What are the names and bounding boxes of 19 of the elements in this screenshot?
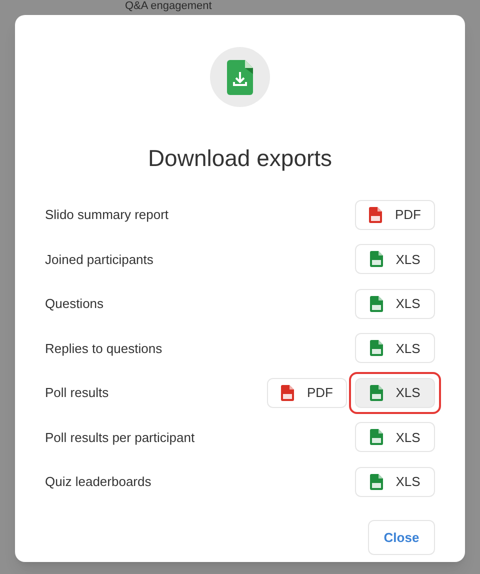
export-button[interactable]: XLS xyxy=(355,288,435,319)
export-button[interactable]: XLS xyxy=(355,422,435,452)
export-label: Poll results xyxy=(45,384,109,402)
export-label: Slido summary report xyxy=(45,206,169,224)
export-label: Questions xyxy=(45,295,104,313)
export-label: Poll results per participant xyxy=(45,428,195,447)
dialog-title: Download exports xyxy=(148,144,332,173)
export-label: Quiz leaderboards xyxy=(45,473,152,491)
export-button[interactable]: PDF xyxy=(355,200,435,230)
background-heading: Q&A engagement xyxy=(125,0,212,12)
export-button[interactable]: XLS xyxy=(355,466,435,497)
export-label: Replies to questions xyxy=(45,340,162,358)
export-button[interactable]: XLS xyxy=(355,333,435,364)
download-file-icon xyxy=(227,60,253,94)
close-button[interactable]: Close xyxy=(368,520,435,555)
export-button[interactable]: XLS xyxy=(355,244,435,274)
export-button[interactable]: PDF xyxy=(267,378,347,408)
export-button[interactable]: XLS xyxy=(355,378,435,408)
export-label: Joined participants xyxy=(45,250,154,269)
